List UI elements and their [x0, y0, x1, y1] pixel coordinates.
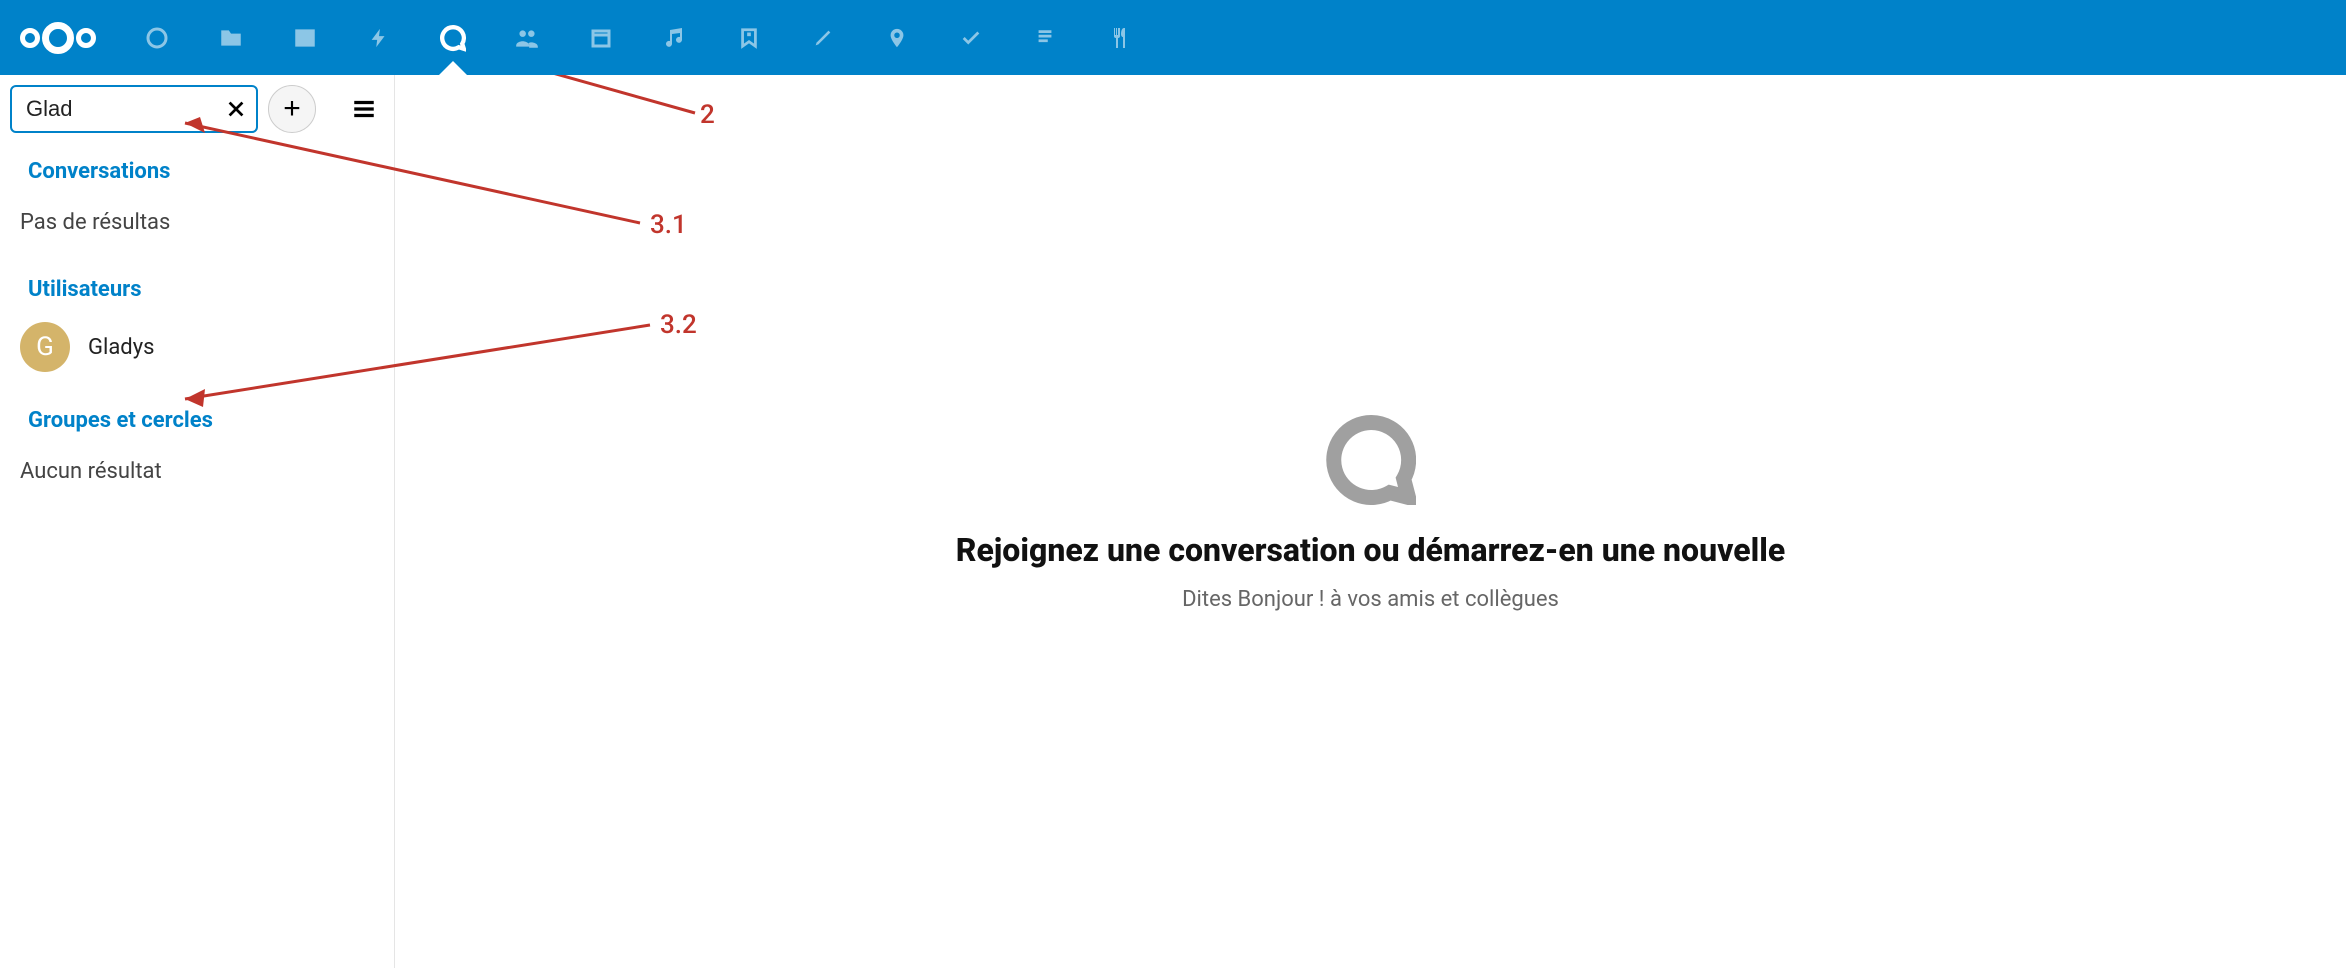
empty-state-subheading: Dites Bonjour ! à vos amis et collègues: [1182, 587, 1559, 612]
new-conversation-button[interactable]: +: [268, 85, 316, 133]
empty-state-heading: Rejoignez une conversation ou démarrez-e…: [956, 531, 1785, 569]
nav-tasks-icon[interactable]: [958, 25, 984, 51]
clear-search-button[interactable]: [220, 93, 252, 125]
nav-photos-icon[interactable]: [292, 25, 318, 51]
nav-dashboard-icon[interactable]: [144, 25, 170, 51]
close-icon: [225, 98, 247, 120]
nav-news-icon[interactable]: [1032, 25, 1058, 51]
conversations-empty-text: Pas de résultas: [0, 194, 394, 251]
toggle-sidebar-button[interactable]: [344, 89, 384, 129]
section-conversations-title: Conversations: [0, 133, 394, 194]
main-empty-state: Rejoignez une conversation ou démarrez-e…: [395, 75, 2346, 968]
section-groups-title: Groupes et cercles: [0, 382, 394, 443]
nav-bookmarks-icon[interactable]: [736, 25, 762, 51]
talk-large-icon: [1326, 415, 1416, 505]
nav-contacts-icon[interactable]: [514, 25, 540, 51]
section-users-title: Utilisateurs: [0, 251, 394, 312]
nav-activity-icon[interactable]: [366, 25, 392, 51]
groups-empty-text: Aucun résultat: [0, 443, 394, 500]
nav-maps-icon[interactable]: [884, 25, 910, 51]
nav-files-icon[interactable]: [218, 25, 244, 51]
nav-talk-icon[interactable]: [440, 25, 466, 51]
nav-notes-icon[interactable]: [810, 25, 836, 51]
menu-icon: [351, 96, 377, 122]
nav-calendar-icon[interactable]: [588, 25, 614, 51]
user-name-label: Gladys: [88, 335, 154, 360]
nextcloud-logo[interactable]: [20, 22, 96, 54]
nav-music-icon[interactable]: [662, 25, 688, 51]
user-result-item[interactable]: G Gladys: [0, 312, 394, 382]
conversation-sidebar: + Conversations Pas de résultas Utilisat…: [0, 75, 395, 968]
avatar: G: [20, 322, 70, 372]
nav-food-icon[interactable]: [1106, 25, 1132, 51]
